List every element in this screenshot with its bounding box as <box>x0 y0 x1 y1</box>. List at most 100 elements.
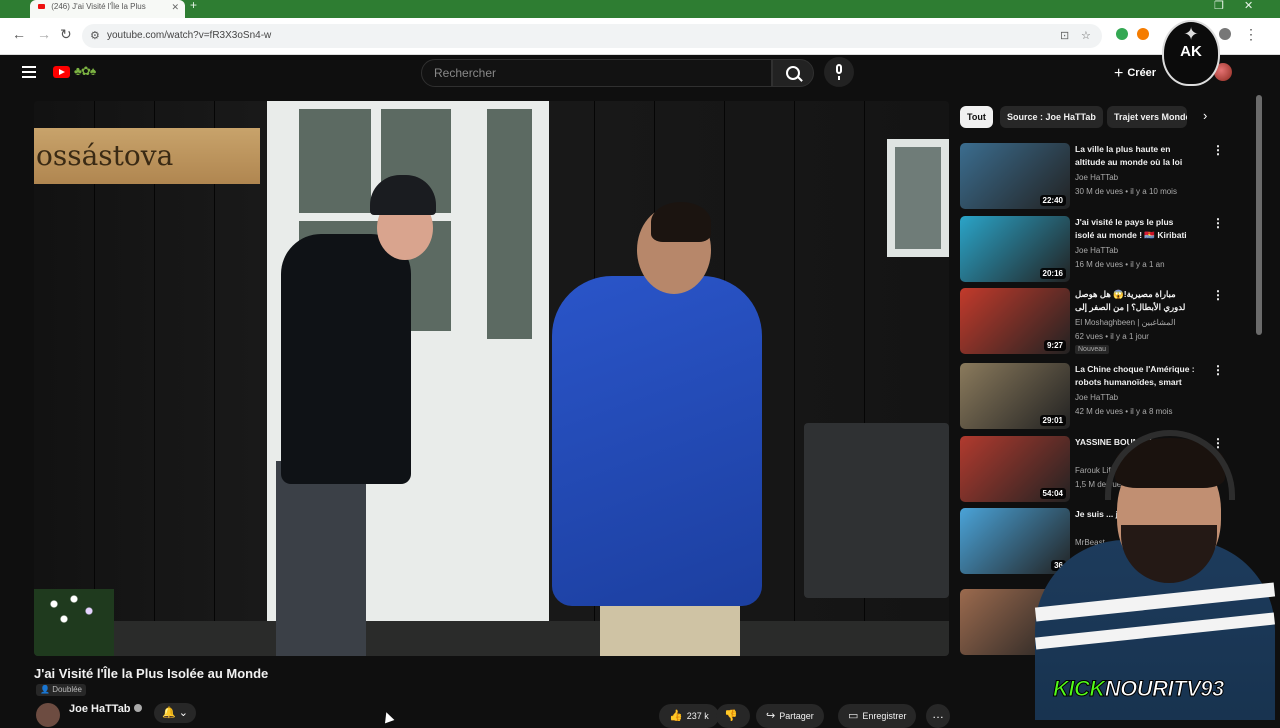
address-bar[interactable]: ⚙ youtube.com/watch?v=fR3X3oSn4-w ⊡ ☆ <box>82 24 1102 48</box>
channel-name-link[interactable]: Joe HaTTab <box>69 703 142 715</box>
person-left-coat <box>281 234 411 484</box>
grill <box>804 423 949 598</box>
video-player[interactable]: ossástova <box>34 101 949 656</box>
channel-avatar[interactable] <box>36 703 60 727</box>
youtube-doodle-icon[interactable]: ♣✿♠ <box>74 64 96 78</box>
share-button[interactable]: ↪ Partager <box>756 704 824 728</box>
recommended-video[interactable]: 29:01 La Chine choque l'Amérique : robots… <box>960 363 1255 431</box>
video-thumbnail[interactable]: 20:16 <box>960 216 1070 282</box>
profile-icon[interactable] <box>1219 28 1231 40</box>
create-button[interactable]: + Créer <box>1114 65 1156 83</box>
dubbed-badge: 👤 Doublée <box>36 684 87 696</box>
video-thumbnail[interactable]: 29:01 <box>960 363 1070 429</box>
reload-icon[interactable]: ↻ <box>60 26 72 43</box>
wall-plank <box>154 101 155 656</box>
save-icon: ▭ <box>848 710 859 722</box>
wall-plank <box>794 101 795 656</box>
more-options-icon[interactable]: ⋮ <box>1212 216 1224 230</box>
dislike-button[interactable]: 👎 <box>716 704 750 728</box>
duration-badge: 22:40 <box>1039 195 1066 206</box>
logo-subtitle <box>1164 58 1218 64</box>
microphone-icon <box>836 64 842 74</box>
window-glass <box>895 147 941 249</box>
door-pane <box>487 109 532 339</box>
microphone-stand <box>838 76 840 80</box>
back-icon[interactable]: ← <box>12 26 26 42</box>
save-button[interactable]: ▭ Enregistrer <box>838 704 917 728</box>
more-options-icon[interactable]: ⋮ <box>1212 363 1224 377</box>
install-app-icon[interactable]: ⊡ <box>1060 29 1069 42</box>
chip-all[interactable]: Tout <box>960 106 993 128</box>
recommended-channel[interactable]: Joe HaTTab <box>1075 393 1118 402</box>
channel-name[interactable]: Joe HaTTab <box>69 703 131 715</box>
recommended-channel[interactable]: Joe HaTTab <box>1075 246 1118 255</box>
recommended-video[interactable]: 22:40 La ville la plus haute en altitude … <box>960 143 1255 211</box>
search-button[interactable] <box>772 59 814 87</box>
create-label: Créer <box>1127 67 1157 79</box>
share-icon: ↪ <box>766 710 776 722</box>
search-box[interactable] <box>421 59 772 87</box>
recommended-meta: 42 M de vues • il y a 8 mois <box>1075 407 1173 416</box>
browser-menu-icon[interactable]: ⋮ <box>1244 26 1258 43</box>
tab-title: (246) J'ai Visité l'Île la Plus <box>51 2 146 11</box>
close-tab-icon[interactable]: ✕ <box>171 0 179 14</box>
dubbed-label: Doublée <box>52 685 83 694</box>
search-input[interactable] <box>432 65 756 81</box>
duration-badge: 20:16 <box>1039 268 1066 279</box>
chevron-right-icon[interactable]: › <box>1203 108 1207 123</box>
recommended-title[interactable]: مباراة مصيرية!😱 هل هوصل لدوري الأبطال؟ |… <box>1075 288 1195 315</box>
recommended-title[interactable]: La Chine choque l'Amérique : robots huma… <box>1075 363 1195 390</box>
restore-window-icon[interactable]: ❐ <box>1214 0 1224 12</box>
chip-source[interactable]: Source : Joe HaTTab <box>1000 106 1103 128</box>
scrollbar[interactable] <box>1256 95 1262 335</box>
mouse-cursor-icon <box>381 710 395 724</box>
kick-watermark: KICKNOURITV93 <box>1053 676 1225 702</box>
recommended-video[interactable]: 9:27 مباراة مصيرية!😱 هل هوصل لدوري الأبطا… <box>960 288 1255 356</box>
recommended-meta: 62 vues • il y a 1 jour <box>1075 332 1149 341</box>
recommended-channel[interactable]: El Moshaghbeen | المشاغبين <box>1075 318 1176 327</box>
voice-search-button[interactable] <box>824 57 854 87</box>
menu-icon[interactable] <box>22 66 36 78</box>
new-badge: Nouveau <box>1075 345 1110 354</box>
more-options-icon[interactable]: ⋮ <box>1212 288 1224 302</box>
youtube-favicon-icon <box>38 4 45 9</box>
recommended-meta: 16 M de vues • il y a 1 an <box>1075 260 1165 269</box>
video-thumbnail[interactable]: 9:27 <box>960 288 1070 354</box>
duration-badge: 29:01 <box>1039 415 1066 426</box>
recommended-channel[interactable]: Joe HaTTab <box>1075 173 1118 182</box>
filter-chips: Tout Source : Joe HaTTab Trajet vers Mon… <box>960 106 1222 130</box>
notification-bell-button[interactable]: 🔔 ⌄ <box>154 703 196 723</box>
kick-brand: KICK <box>1053 676 1106 702</box>
recommended-title[interactable]: J'ai visité le pays le plus isolé au mon… <box>1075 216 1195 242</box>
person-right-jacket <box>552 276 762 606</box>
ground <box>34 621 949 656</box>
youtube-logo-icon[interactable] <box>53 66 70 78</box>
flowers <box>34 589 114 656</box>
door-pane <box>299 109 371 213</box>
person-left-legs <box>276 461 366 656</box>
browser-tab-active[interactable]: (246) J'ai Visité l'Île la Plus ✕ <box>30 0 185 18</box>
person-right-hair <box>651 202 711 242</box>
wall-plank <box>94 101 95 656</box>
new-tab-icon[interactable]: + <box>190 0 197 12</box>
close-window-icon[interactable]: ✕ <box>1244 0 1253 12</box>
extension-icon[interactable] <box>1137 28 1149 40</box>
address-text[interactable]: youtube.com/watch?v=fR3X3oSn4-w <box>107 30 271 41</box>
wall-plank <box>214 101 215 656</box>
extension-icon[interactable] <box>1116 28 1128 40</box>
chip-trajet[interactable]: Trajet vers Monde <box>1107 106 1187 128</box>
more-options-icon[interactable]: ⋮ <box>1212 143 1224 157</box>
bell-icon: 🔔 <box>162 707 176 719</box>
forward-icon[interactable]: → <box>37 26 51 42</box>
site-info-icon[interactable]: ⚙ <box>90 29 100 42</box>
browser-toolbar: ← → ↻ ⚙ youtube.com/watch?v=fR3X3oSn4-w … <box>0 18 1280 55</box>
thumbs-up-icon: 👍 <box>669 710 683 722</box>
headset-icon <box>1105 430 1235 500</box>
bookmark-star-icon[interactable]: ☆ <box>1081 29 1091 42</box>
house-window <box>887 139 949 257</box>
like-button[interactable]: 👍 237 k <box>659 704 719 728</box>
more-actions-button[interactable]: … <box>926 704 950 728</box>
video-thumbnail[interactable]: 22:40 <box>960 143 1070 209</box>
recommended-title[interactable]: La ville la plus haute en altitude au mo… <box>1075 143 1195 170</box>
recommended-video[interactable]: 20:16 J'ai visité le pays le plus isolé a… <box>960 216 1255 284</box>
